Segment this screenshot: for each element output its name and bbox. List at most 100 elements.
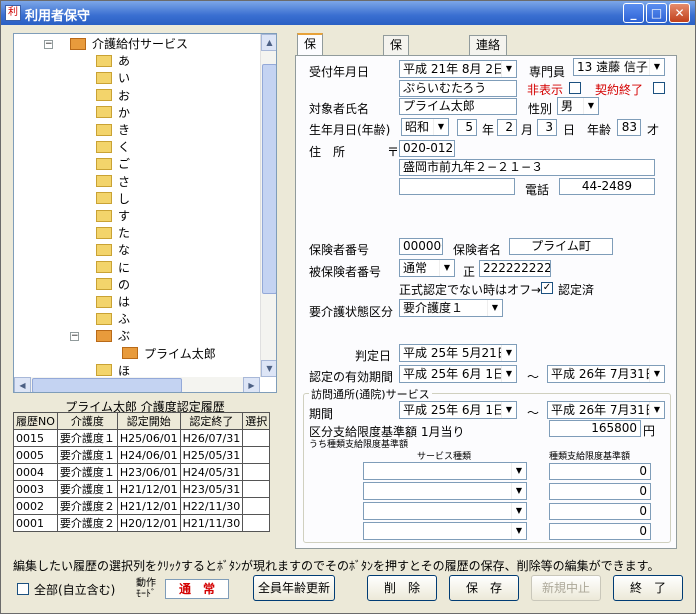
history-row[interactable]: 0002 要介護度２ H21/12/01 H22/11/30	[13, 497, 271, 515]
tree-hscroll-thumb[interactable]	[32, 378, 182, 392]
service-type-select[interactable]: ▼	[363, 482, 527, 500]
insurer-no-field[interactable]: 000000	[399, 238, 443, 255]
history-select-cell[interactable]	[242, 446, 271, 464]
insurer-name-field[interactable]: プライム町	[509, 238, 613, 255]
tree-node[interactable]: た	[96, 225, 130, 242]
dropdown-arrow-icon[interactable]: ▼	[511, 523, 526, 539]
history-select-cell[interactable]	[242, 480, 271, 498]
address-line1-field[interactable]: 盛岡市前九年２−２１−３	[399, 159, 655, 176]
tab-contact-status[interactable]: 連絡先・本人状況	[469, 35, 507, 106]
tree-node[interactable]: か	[96, 105, 130, 122]
tree-node[interactable]: す	[96, 208, 130, 225]
tab-insurance-1[interactable]: 保険証情報１	[297, 33, 324, 141]
birth-month-field[interactable]: 2	[497, 119, 517, 136]
period-to-picker[interactable]: 平成 26年 7月31日 ▼	[547, 401, 665, 419]
valid-to-picker[interactable]: 平成 26年 7月31日 ▼	[547, 365, 665, 383]
scroll-left-icon[interactable]: ◀	[14, 377, 31, 392]
address-line2-field[interactable]	[399, 178, 515, 195]
history-row[interactable]: 0005 要介護度１ H24/06/01 H25/05/31	[13, 446, 271, 464]
tree-node[interactable]: な	[96, 242, 130, 259]
dropdown-arrow-icon[interactable]: ▼	[511, 463, 526, 479]
tree-node[interactable]: に	[96, 260, 130, 277]
cancel-new-button[interactable]: 新規中止	[531, 575, 601, 601]
user-tree[interactable]: −介護給付サービスあいおかきくごさしすたなにのはふ−ぶプライム太郎ほま ▲ ▼ …	[13, 33, 277, 393]
period-from-picker[interactable]: 平成 25年 6月 1日 ▼	[399, 401, 517, 419]
dropdown-arrow-icon[interactable]: ▼	[501, 61, 516, 77]
tree-horizontal-scrollbar[interactable]: ◀ ▶	[14, 377, 260, 392]
dropdown-arrow-icon[interactable]: ▼	[649, 59, 664, 75]
certified-checkbox[interactable]: ✓	[541, 282, 553, 294]
limit-amount-field[interactable]: 165800	[549, 420, 641, 437]
contract-end-checkbox[interactable]	[653, 82, 665, 94]
scroll-up-icon[interactable]: ▲	[261, 34, 276, 51]
postal-code-field[interactable]: 020-0127	[399, 140, 455, 157]
type-limit-field[interactable]: 0	[549, 463, 651, 480]
tree-scroll-thumb[interactable]	[262, 64, 276, 294]
tree-node[interactable]: お	[96, 88, 130, 105]
dropdown-arrow-icon[interactable]: ▼	[501, 345, 516, 361]
tree-node[interactable]: の	[96, 277, 130, 294]
close-button[interactable]: ✕	[669, 3, 690, 23]
dropdown-arrow-icon[interactable]: ▼	[487, 300, 502, 316]
subject-name-field[interactable]: プライム太郎	[399, 98, 517, 115]
tree-node[interactable]: − ぶ	[70, 328, 130, 345]
all-checkbox[interactable]	[17, 583, 29, 595]
history-select-cell[interactable]	[242, 463, 271, 481]
insured-type-select[interactable]: 通常 ▼	[399, 259, 455, 277]
care-level-select[interactable]: 要介護度１ ▼	[399, 299, 503, 317]
exit-button[interactable]: 終 了	[613, 575, 683, 601]
type-limit-field[interactable]: 0	[549, 503, 651, 520]
dropdown-arrow-icon[interactable]: ▼	[649, 402, 664, 418]
birth-day-field[interactable]: 3	[537, 119, 557, 136]
scroll-down-icon[interactable]: ▼	[261, 360, 276, 377]
kana-name-field[interactable]: ぷらいむたろう	[399, 80, 517, 97]
history-row[interactable]: 0003 要介護度１ H21/12/01 H23/05/31	[13, 480, 271, 498]
tree-node[interactable]: し	[96, 191, 130, 208]
dropdown-arrow-icon[interactable]: ▼	[501, 366, 516, 382]
update-all-ages-button[interactable]: 全員年齢更新	[253, 575, 335, 601]
tree-node[interactable]: ふ	[96, 311, 130, 328]
minimize-button[interactable]: _	[623, 3, 644, 23]
type-limit-field[interactable]: 0	[549, 523, 651, 540]
history-row[interactable]: 0015 要介護度１ H25/06/01 H26/07/31	[13, 429, 271, 447]
dropdown-arrow-icon[interactable]: ▼	[511, 503, 526, 519]
history-select-cell[interactable]	[242, 429, 271, 447]
dropdown-arrow-icon[interactable]: ▼	[433, 119, 448, 135]
save-button[interactable]: 保 存	[449, 575, 519, 601]
history-select-cell[interactable]	[242, 497, 271, 515]
service-type-select[interactable]: ▼	[363, 502, 527, 520]
decision-date-picker[interactable]: 平成 25年 5月21日 ▼	[399, 344, 517, 362]
service-type-select[interactable]: ▼	[363, 522, 527, 540]
tree-node[interactable]: プライム太郎	[122, 346, 216, 363]
delete-button[interactable]: 削 除	[367, 575, 437, 601]
collapse-icon[interactable]: −	[70, 332, 79, 342]
history-select-cell[interactable]	[242, 514, 271, 532]
insured-no-field[interactable]: 2222222222	[479, 260, 551, 277]
tree-node[interactable]: − 介護給付サービス	[44, 36, 188, 53]
tree-node[interactable]: く	[96, 139, 130, 156]
tree-vertical-scrollbar[interactable]: ▲ ▼	[260, 34, 276, 377]
tab-insurance-2[interactable]: 保険証情報２	[383, 35, 410, 142]
maximize-button[interactable]: □	[646, 3, 667, 23]
dropdown-arrow-icon[interactable]: ▼	[649, 366, 664, 382]
phone-field[interactable]: 44-2489	[559, 178, 655, 195]
tree-node[interactable]: き	[96, 122, 130, 139]
type-limit-field[interactable]: 0	[549, 483, 651, 500]
tree-node[interactable]: い	[96, 70, 130, 87]
valid-from-picker[interactable]: 平成 25年 6月 1日 ▼	[399, 365, 517, 383]
specialist-select[interactable]: 13 遠藤 信子 ▼	[573, 58, 665, 76]
dropdown-arrow-icon[interactable]: ▼	[583, 98, 598, 114]
tree-node[interactable]: あ	[96, 53, 130, 70]
dropdown-arrow-icon[interactable]: ▼	[501, 402, 516, 418]
tree-node[interactable]: は	[96, 294, 130, 311]
dropdown-arrow-icon[interactable]: ▼	[439, 260, 454, 276]
collapse-icon[interactable]: −	[44, 40, 53, 49]
dropdown-arrow-icon[interactable]: ▼	[511, 483, 526, 499]
era-select[interactable]: 昭和 ▼	[401, 118, 449, 136]
hide-checkbox[interactable]	[569, 82, 581, 94]
tree-node[interactable]: さ	[96, 174, 130, 191]
history-row[interactable]: 0001 要介護度２ H20/12/01 H21/11/30	[13, 514, 271, 532]
receipt-date-picker[interactable]: 平成 21年 8月 2日 ▼	[399, 60, 517, 78]
service-type-select[interactable]: ▼	[363, 462, 527, 480]
history-row[interactable]: 0004 要介護度１ H23/06/01 H24/05/31	[13, 463, 271, 481]
